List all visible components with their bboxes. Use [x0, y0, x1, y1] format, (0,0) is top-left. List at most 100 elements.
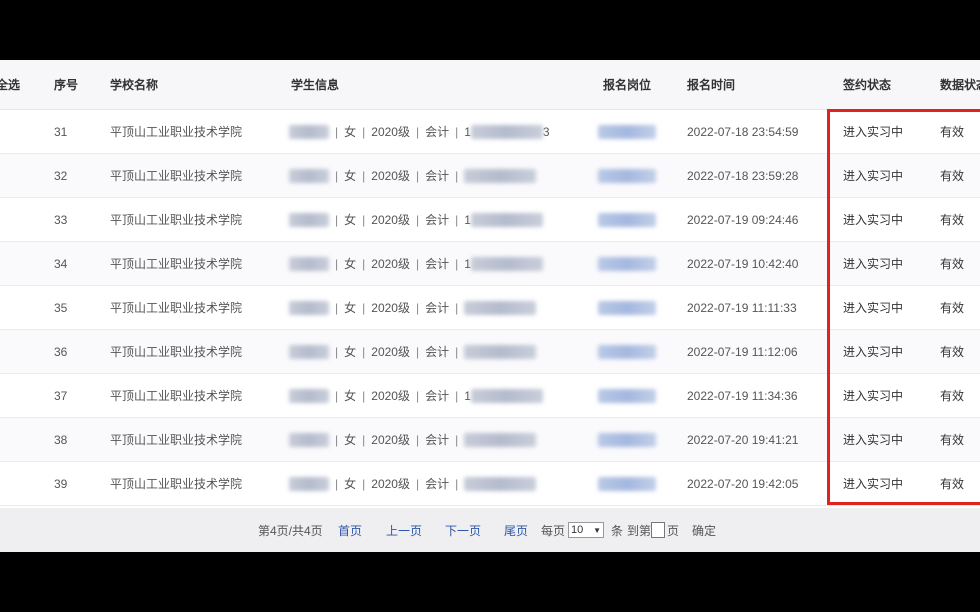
per-page-value: 10: [571, 524, 584, 536]
row-seq: 31: [54, 124, 68, 139]
row-position: [598, 154, 656, 197]
row-time: 2022-07-19 11:12:06: [687, 344, 798, 359]
row-time: 2022-07-18 23:59:28: [687, 168, 799, 183]
redacted-phone: [470, 212, 543, 227]
row-major: 会计: [425, 477, 450, 491]
redacted-position: [598, 256, 656, 271]
separator: |: [415, 124, 420, 139]
redacted-position: [598, 124, 656, 139]
separator: |: [362, 124, 366, 139]
separator: |: [335, 124, 339, 139]
redacted-phone: [470, 124, 543, 139]
row-seq: 35: [54, 300, 68, 315]
separator: |: [455, 388, 459, 403]
separator: |: [415, 300, 420, 315]
row-checkbox-area[interactable]: [0, 198, 14, 241]
goto-unit: 页: [667, 523, 680, 538]
row-major: 会计: [425, 433, 450, 447]
redacted-name: [289, 300, 329, 315]
row-checkbox-area[interactable]: [0, 110, 14, 153]
row-time: 2022-07-19 11:34:36: [687, 388, 798, 403]
goto-input-wrap: [651, 508, 665, 552]
row-checkbox-area[interactable]: [0, 154, 14, 197]
separator: |: [362, 476, 366, 491]
row-major: 会计: [425, 213, 450, 227]
row-grade: 2020级: [371, 125, 410, 139]
row-position: [598, 330, 656, 373]
pagination: 第4页/共4页 首页 上一页 下一页 尾页 每页 10 ▼ 条 到第 页 确定: [0, 508, 980, 552]
next-page-link[interactable]: 下一页: [445, 508, 481, 552]
row-major: 会计: [425, 345, 450, 359]
redacted-phone: [470, 256, 543, 271]
redacted-name: [289, 212, 329, 227]
last-page-link[interactable]: 尾页: [504, 508, 528, 552]
row-school: 平顶山工业职业技术学院: [110, 169, 243, 183]
redacted-position: [598, 388, 656, 403]
row-checkbox-area[interactable]: [0, 462, 14, 505]
row-gender: 女: [344, 169, 357, 183]
row-student-info: | 女 | 2020级 | 会计 |: [289, 418, 537, 461]
row-time: 2022-07-18 23:54:59: [687, 124, 799, 139]
row-position: [598, 418, 656, 461]
row-gender: 女: [344, 345, 357, 359]
separator: |: [335, 256, 339, 271]
row-checkbox-area[interactable]: [0, 330, 14, 373]
separator: |: [335, 388, 339, 403]
row-checkbox-area[interactable]: [0, 242, 14, 285]
data-status-header: 数据状态: [940, 78, 980, 92]
separator: |: [455, 124, 459, 139]
separator: |: [455, 300, 459, 315]
separator: |: [455, 432, 459, 447]
row-seq: 37: [54, 388, 68, 403]
separator: |: [362, 212, 366, 227]
row-grade: 2020级: [371, 345, 410, 359]
row-grade: 2020级: [371, 169, 410, 183]
row-position: [598, 242, 656, 285]
redacted-position: [598, 344, 656, 359]
sign-status-header: 签约状态: [843, 78, 892, 92]
row-grade: 2020级: [371, 301, 410, 315]
row-phone-hint: 1: [464, 256, 471, 271]
row-student-info: | 女 | 2020级 | 会计 |: [289, 154, 537, 197]
redacted-phone: [464, 432, 537, 447]
row-checkbox-area[interactable]: [0, 286, 14, 329]
row-seq: 36: [54, 344, 68, 359]
prev-page-link[interactable]: 上一页: [386, 508, 422, 552]
separator: |: [362, 168, 366, 183]
row-gender: 女: [344, 433, 357, 447]
redacted-name: [289, 124, 329, 139]
separator: |: [455, 168, 459, 183]
redacted-name: [289, 168, 329, 183]
separator: |: [362, 300, 366, 315]
student-header: 学生信息: [291, 78, 340, 92]
redacted-phone: [470, 388, 543, 403]
row-checkbox-area[interactable]: [0, 418, 14, 461]
row-grade: 2020级: [371, 213, 410, 227]
separator: |: [362, 388, 366, 403]
row-checkbox-area[interactable]: [0, 374, 14, 417]
position-header: 报名岗位: [603, 78, 652, 92]
confirm-button[interactable]: 确定: [692, 508, 716, 552]
separator: |: [362, 256, 366, 271]
per-page-unit: 条: [611, 523, 624, 538]
separator: |: [415, 256, 420, 271]
redacted-position: [598, 476, 656, 491]
row-school: 平顶山工业职业技术学院: [110, 345, 243, 359]
separator: |: [335, 344, 339, 359]
first-page-link[interactable]: 首页: [338, 508, 362, 552]
redacted-position: [598, 300, 656, 315]
row-major: 会计: [425, 301, 450, 315]
select-all-header[interactable]: 全选: [0, 60, 20, 109]
row-student-info: | 女 | 2020级 | 会计 | 1 3: [289, 110, 550, 153]
row-school: 平顶山工业职业技术学院: [110, 433, 243, 447]
row-position: [598, 286, 656, 329]
row-time: 2022-07-19 09:24:46: [687, 212, 799, 227]
row-student-info: | 女 | 2020级 | 会计 |: [289, 462, 537, 505]
separator: |: [335, 300, 339, 315]
row-seq: 38: [54, 432, 68, 447]
row-phone-tail: 3: [542, 124, 550, 139]
row-school: 平顶山工业职业技术学院: [110, 301, 243, 315]
goto-page-input[interactable]: [651, 522, 665, 538]
per-page-select[interactable]: 10 ▼: [568, 522, 604, 538]
goto-label: 到第: [627, 523, 652, 538]
